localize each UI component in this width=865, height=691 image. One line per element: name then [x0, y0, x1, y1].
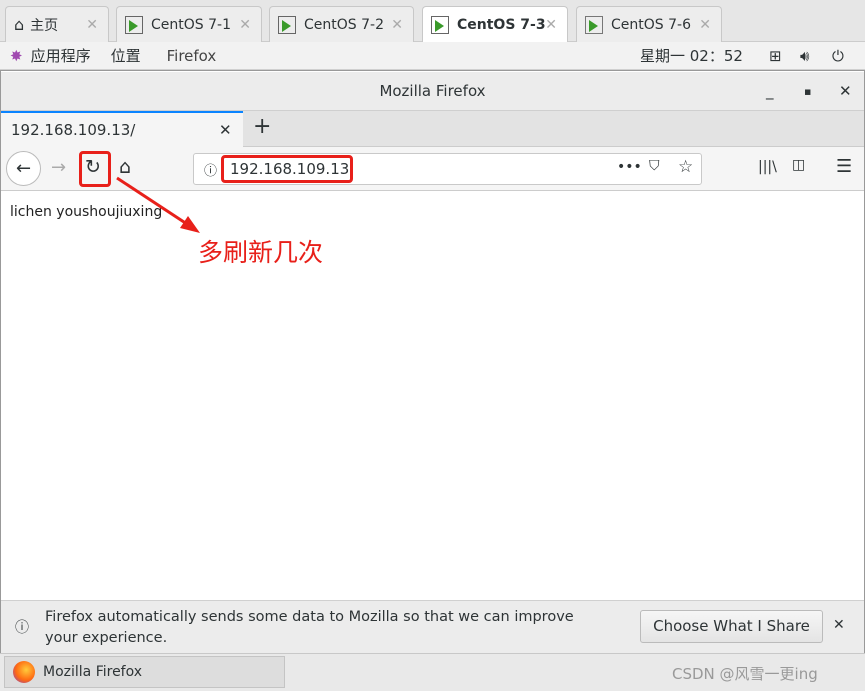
annotation-arrow — [116, 176, 200, 233]
help-icon: ⓘ — [15, 620, 29, 636]
button-label: Choose What I Share — [653, 617, 810, 635]
firefox-icon — [13, 661, 35, 683]
close-notification-icon[interactable]: ✕ — [833, 617, 845, 633]
arrow-head — [180, 216, 200, 233]
notification-text: Firefox automatically sends some data to… — [45, 609, 574, 646]
taskbar-item-label: Mozilla Firefox — [43, 664, 143, 680]
annotation-text: 多刷新几次 — [198, 238, 324, 267]
taskbar: Mozilla Firefox CSDN @风雪一更ing — [0, 653, 865, 691]
choose-what-i-share-button[interactable]: Choose What I Share — [640, 610, 823, 643]
taskbar-item-firefox[interactable]: Mozilla Firefox — [4, 656, 285, 688]
arrow-line — [116, 176, 191, 228]
notification-bar: ⓘ Firefox automatically sends some data … — [1, 600, 864, 653]
watermark: CSDN @风雪一更ing — [672, 665, 818, 683]
